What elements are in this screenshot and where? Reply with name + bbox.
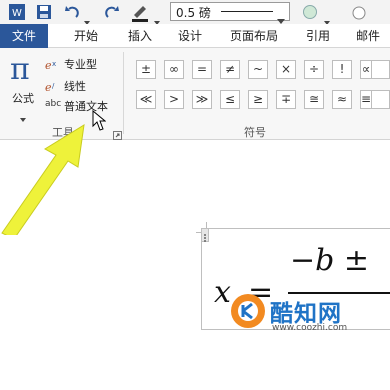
- undo-icon[interactable]: [64, 4, 80, 20]
- watermark-logo: 酷知网 www.coozhi.com: [230, 290, 390, 380]
- undo-dropdown-icon[interactable]: [84, 10, 90, 25]
- quick-access-toolbar: W 0.5 磅: [0, 0, 390, 25]
- svg-text:x: x: [52, 60, 56, 68]
- tab-file[interactable]: 文件: [0, 24, 48, 48]
- symbol-proportional[interactable]: ∝: [360, 60, 371, 79]
- pi-icon: π: [10, 52, 30, 87]
- tab-references[interactable]: 引用: [306, 24, 330, 48]
- symbol-tilde[interactable]: ~: [248, 60, 268, 79]
- symbol-much-greater[interactable]: ≫: [192, 90, 212, 109]
- tab-mailings[interactable]: 邮件: [356, 24, 380, 48]
- equation-handle[interactable]: [201, 228, 209, 242]
- shape-fill-icon[interactable]: [302, 4, 318, 20]
- symbol-divide[interactable]: ÷: [304, 60, 324, 79]
- symbol-times[interactable]: ×: [276, 60, 296, 79]
- annotation-arrow-icon: [0, 105, 100, 240]
- line-weight-value: 0.5 磅: [176, 6, 211, 20]
- watermark-url: www.coozhi.com: [272, 323, 348, 333]
- symbol-greater[interactable]: >: [164, 90, 184, 109]
- formula-label: 公式: [12, 92, 34, 105]
- symbol-plus-minus[interactable]: ±: [136, 60, 156, 79]
- mouse-cursor-icon: [92, 109, 107, 132]
- svg-text:e: e: [45, 59, 52, 72]
- symbol-identical[interactable]: ≡: [360, 90, 371, 109]
- save-icon[interactable]: [36, 4, 52, 20]
- symbol-infinity[interactable]: ∞: [164, 60, 184, 79]
- word-app-icon[interactable]: W: [8, 3, 26, 21]
- symbol-not-equal[interactable]: ≠: [220, 60, 240, 79]
- redo-icon[interactable]: [104, 4, 120, 20]
- professional-label: 专业型: [64, 58, 97, 71]
- svg-text:/: /: [52, 82, 55, 90]
- symbols-group-label: 符号: [244, 126, 266, 139]
- symbol-greater-equal[interactable]: ≥: [248, 90, 268, 109]
- linear-format-icon: e /: [45, 79, 61, 95]
- symbol-less-equal[interactable]: ≤: [220, 90, 240, 109]
- svg-text:e: e: [45, 81, 52, 94]
- group-separator: [123, 52, 124, 134]
- line-sample: [221, 11, 273, 12]
- symbol-approx[interactable]: ≈: [332, 90, 352, 109]
- pen-color-icon[interactable]: [130, 2, 150, 22]
- svg-text:W: W: [12, 8, 22, 19]
- symbol-equals[interactable]: =: [192, 60, 212, 79]
- gallery-scroll-up-button[interactable]: [371, 60, 390, 79]
- symbol-much-less[interactable]: ≪: [136, 90, 156, 109]
- tab-home[interactable]: 开始: [74, 24, 98, 48]
- tab-insert[interactable]: 插入: [128, 24, 152, 48]
- equation-x: x: [214, 275, 231, 310]
- gallery-more-button[interactable]: [371, 90, 390, 109]
- symbol-factorial[interactable]: !: [332, 60, 352, 79]
- pen-color-dropdown-icon[interactable]: [154, 10, 160, 25]
- radio-icon[interactable]: [352, 5, 366, 20]
- ribbon-tab-bar: 文件 开始 插入 设计 页面布局 引用 邮件: [0, 24, 390, 48]
- brand-logo-icon: [230, 293, 266, 329]
- line-weight-select[interactable]: 0.5 磅: [170, 2, 290, 24]
- symbol-minus-plus[interactable]: ∓: [276, 90, 296, 109]
- shape-fill-dropdown-icon[interactable]: [324, 10, 330, 25]
- symbol-congruent[interactable]: ≅: [304, 90, 324, 109]
- linear-label: 线性: [64, 80, 86, 93]
- equation-numerator: −b ±: [290, 243, 370, 278]
- professional-format-icon: ex: [45, 57, 61, 73]
- tab-page-layout[interactable]: 页面布局: [230, 24, 278, 48]
- tab-design[interactable]: 设计: [178, 24, 202, 48]
